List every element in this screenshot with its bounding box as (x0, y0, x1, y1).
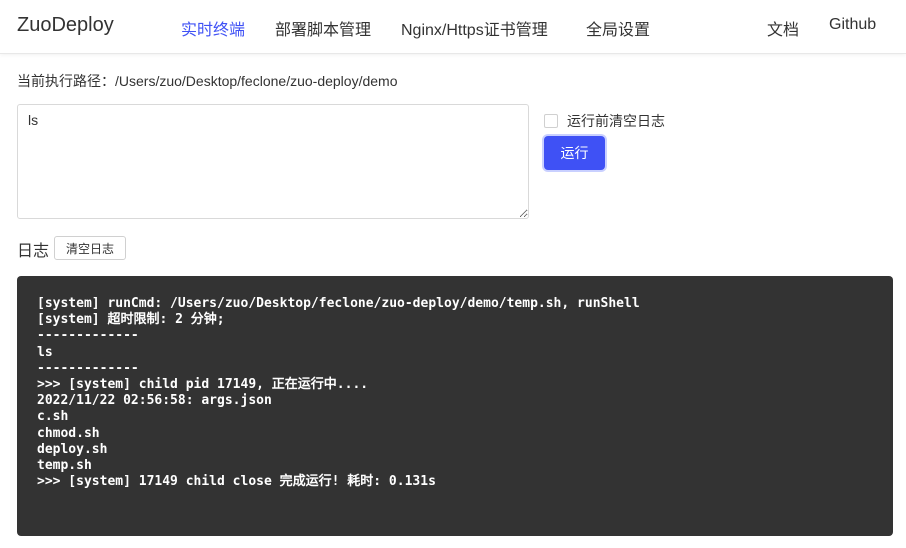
nav-item-realtime-terminal[interactable]: 实时终端 (181, 16, 245, 40)
current-path-label: 当前执行路径：/Users/zuo/Desktop/feclone/zuo-de… (17, 73, 398, 89)
log-line: >>> [system] child pid 17149, 正在运行中.... (37, 377, 369, 393)
log-line: 2022/11/22 02:56:58: args.json (37, 393, 272, 409)
top-navbar: ZuoDeploy 实时终端 部署脚本管理 Nginx/Https证书管理 全局… (0, 0, 906, 54)
log-line: ------------- (37, 360, 139, 376)
log-line: ls (37, 344, 53, 360)
command-input[interactable]: ls (17, 104, 529, 219)
log-line: [system] runCmd: /Users/zuo/Desktop/fecl… (37, 296, 640, 311)
clear-before-run-label[interactable]: 运行前清空日志 (567, 111, 665, 131)
nav-item-global-settings[interactable]: 全局设置 (586, 16, 650, 40)
clear-before-run-checkbox[interactable] (544, 114, 558, 128)
log-console: [system] runCmd: /Users/zuo/Desktop/fecl… (17, 276, 893, 536)
nav-item-nginx-https[interactable]: Nginx/Https证书管理 (401, 16, 548, 40)
clear-log-button[interactable]: 清空日志 (54, 236, 126, 260)
log-line: [system] 超时限制: 2 分钟; (37, 312, 225, 328)
nav-item-deploy-scripts[interactable]: 部署脚本管理 (275, 16, 371, 40)
nav-link-docs[interactable]: 文档 (767, 16, 799, 40)
log-line: deploy.sh (37, 441, 108, 457)
clear-before-run-option[interactable]: 运行前清空日志 (544, 111, 665, 131)
log-line: chmod.sh (37, 425, 100, 441)
log-line: ------------- (37, 328, 139, 344)
log-line: >>> [system] 17149 child close 完成运行! 耗时:… (37, 474, 436, 490)
log-line: temp.sh (37, 458, 92, 474)
log-title: 日志 (17, 243, 50, 260)
run-button[interactable]: 运行 (544, 136, 605, 170)
brand-logo-text[interactable]: ZuoDeploy (17, 14, 114, 37)
nav-link-github[interactable]: Github (829, 16, 876, 34)
log-line: c.sh (37, 409, 69, 425)
